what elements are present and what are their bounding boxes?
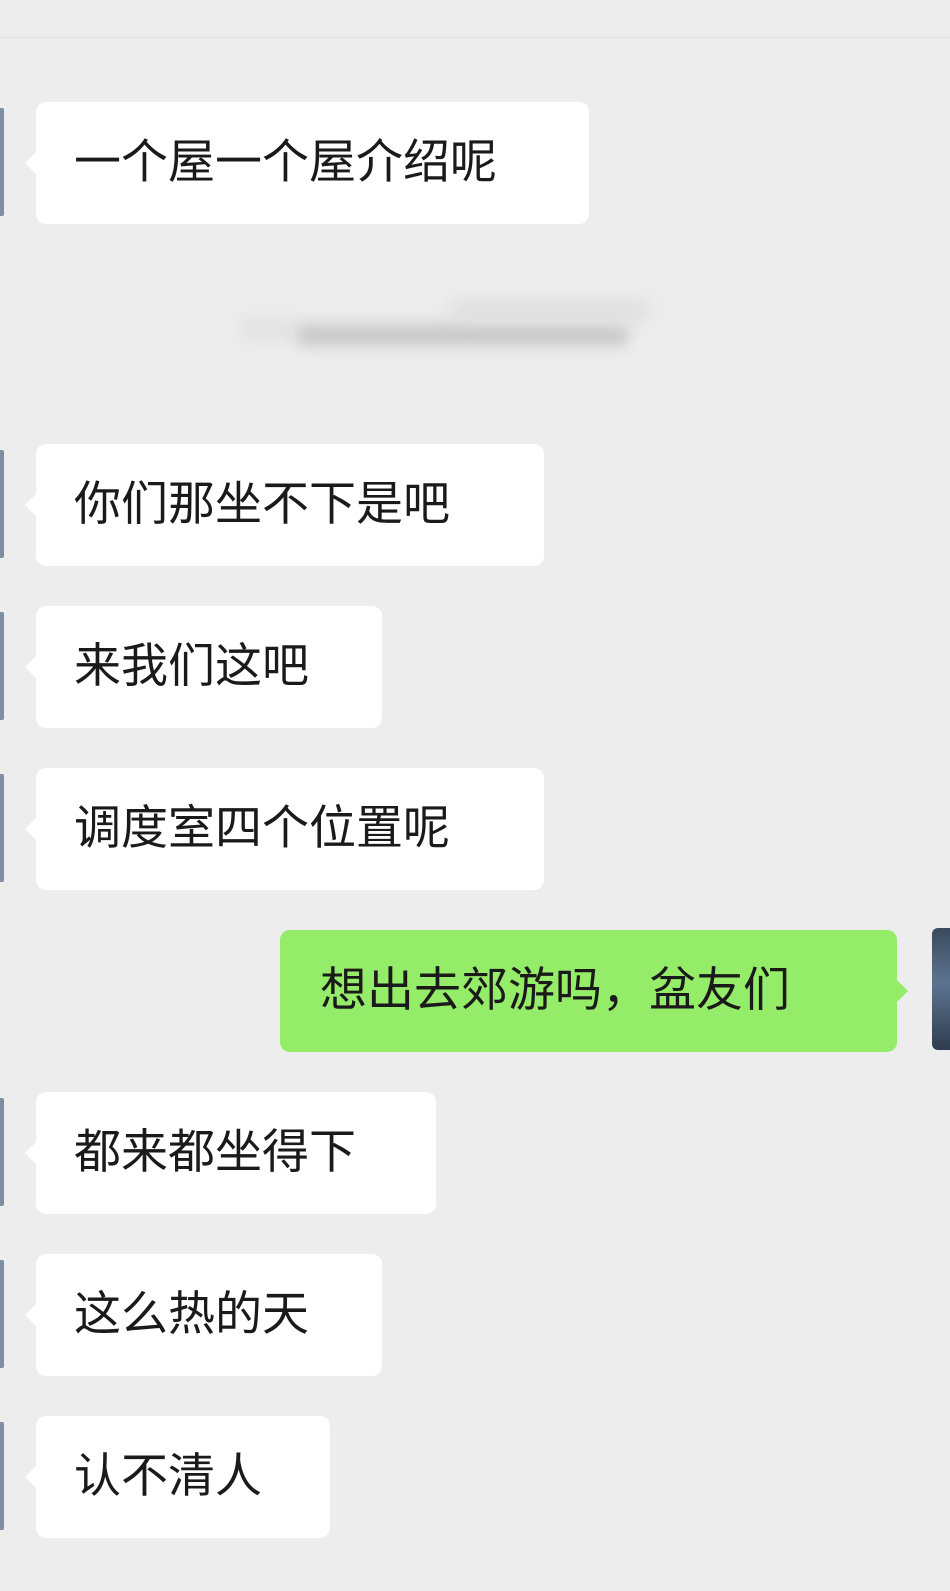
sender-avatar[interactable] [0, 612, 4, 720]
message-bubble[interactable]: 都来都坐得下 [25, 1092, 436, 1214]
sender-avatar[interactable] [0, 1260, 4, 1368]
sender-avatar[interactable] [0, 774, 4, 882]
top-divider [0, 37, 950, 38]
message-bubble[interactable]: 认不清人 [25, 1416, 330, 1538]
sender-avatar[interactable] [0, 450, 4, 558]
message-bubble[interactable]: 你们那坐不下是吧 [25, 444, 544, 566]
message-bubble[interactable]: 一个屋一个屋介绍呢 [25, 102, 589, 224]
message-bubble[interactable]: 调度室四个位置呢 [25, 768, 544, 890]
sender-avatar[interactable] [0, 1098, 4, 1206]
message-bubble[interactable]: 这么热的天 [25, 1254, 382, 1376]
message-bubble[interactable]: 想出去郊游吗，盆友们 [280, 930, 908, 1052]
blurred-timestamp [240, 290, 710, 370]
message-bubble[interactable]: 来我们这吧 [25, 606, 382, 728]
self-avatar[interactable] [932, 928, 950, 1050]
sender-avatar[interactable] [0, 1422, 4, 1530]
sender-avatar[interactable] [0, 108, 4, 216]
